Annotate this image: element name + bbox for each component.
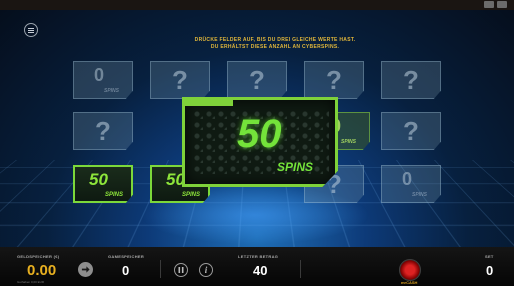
tile-r1-c4[interactable]: ? <box>304 61 364 99</box>
last-win-label: LETZTER BETRAG <box>238 254 279 259</box>
instruction-line-1: DRÜCKE FELDER AUF, BIS DU DREI GLEICHE W… <box>194 37 356 43</box>
game-area: DRÜCKE FELDER AUF, BIS DU DREI GLEICHE W… <box>0 10 514 247</box>
gem-logo-icon[interactable] <box>399 259 421 281</box>
tile-r1-c5[interactable]: ? <box>381 61 441 99</box>
window-control-1[interactable] <box>484 1 494 8</box>
tile-value: 0 <box>402 169 413 189</box>
instruction-line-2: DU ERHÄLTST DIESE ANZAHL AN CYBERSPINS. <box>210 44 340 50</box>
question-mark: ? <box>326 65 342 95</box>
tile-label: SPINS <box>104 88 120 94</box>
window-control-2[interactable] <box>497 1 507 8</box>
bet-value: 0 <box>486 263 494 278</box>
question-mark: ? <box>249 65 265 95</box>
menu-icon <box>28 29 34 31</box>
tile-label: SPINS <box>412 192 428 198</box>
tile-r1-c1[interactable]: 0 SPINS <box>73 61 133 99</box>
pause-icon <box>178 267 184 273</box>
question-mark: ? <box>403 65 419 95</box>
arrow-right-icon <box>81 266 90 273</box>
top-bar <box>0 0 514 10</box>
bonus-value: 0 <box>122 263 130 278</box>
tile-r2-c5[interactable]: ? <box>381 112 441 150</box>
pause-button[interactable] <box>174 263 188 277</box>
bottom-bar: GELDSPEICHER (€) 0.00 Guthaben 0,00 EUR … <box>0 247 514 286</box>
won-label: SPINS <box>105 192 124 198</box>
bet-label: SET <box>485 254 494 259</box>
last-win-value: 40 <box>253 263 268 278</box>
won-value: 50 <box>89 170 108 189</box>
separator <box>160 260 161 278</box>
tile-value: 0 <box>94 65 105 85</box>
balance-label: GELDSPEICHER (€) <box>17 254 60 259</box>
info-icon: i <box>204 265 208 275</box>
big-win-label: SPINS <box>277 160 314 174</box>
big-win-tile: 50 SPINS <box>182 97 338 187</box>
tile-r3-c1[interactable]: 50 SPINS <box>73 165 133 203</box>
won-label: SPINS <box>182 192 201 198</box>
balance-value: 0.00 <box>27 262 57 279</box>
question-mark: ? <box>172 65 188 95</box>
info-button[interactable]: i <box>199 263 213 277</box>
tile-notch <box>185 100 233 106</box>
menu-button[interactable] <box>24 23 38 37</box>
tile-r1-c2[interactable]: ? <box>150 61 210 99</box>
transfer-button[interactable] <box>78 262 93 277</box>
logo-text: mrCASH <box>401 280 418 285</box>
tile-r1-c3[interactable]: ? <box>227 61 287 99</box>
bonus-label: GAMESPEICHER <box>108 254 145 259</box>
balance-note: Guthaben 0,00 EUR <box>17 280 45 284</box>
tile-label: SPINS <box>341 139 357 145</box>
instruction-text: DRÜCKE FELDER AUF, BIS DU DREI GLEICHE W… <box>150 37 400 51</box>
big-win-value: 50 <box>237 112 282 156</box>
tile-r2-c1[interactable]: ? <box>73 112 133 150</box>
question-mark: ? <box>403 116 419 146</box>
tile-r3-c5[interactable]: 0 SPINS <box>381 165 441 203</box>
separator <box>300 260 301 278</box>
question-mark: ? <box>95 116 111 146</box>
